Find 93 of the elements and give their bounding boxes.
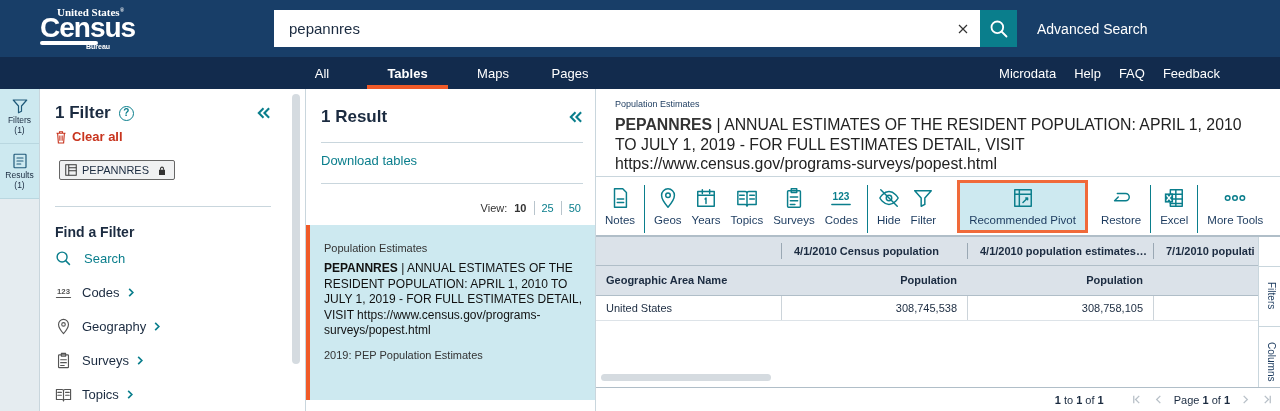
toolbar-button[interactable]: Years <box>686 179 726 233</box>
rail-button[interactable]: Filters (1) <box>0 89 39 144</box>
page-indicator: Page 1 of 1 <box>1173 393 1230 406</box>
advanced-search-link[interactable]: Advanced Search <box>1037 20 1148 37</box>
filter-category[interactable]: Geography <box>55 318 271 335</box>
side-panel-tab[interactable]: Columns <box>1259 326 1280 387</box>
nav-tab[interactable]: Maps <box>461 57 525 89</box>
close-icon <box>958 24 968 34</box>
hidden-eye-icon <box>877 186 900 209</box>
more-dots-icon <box>1224 193 1247 202</box>
table-cell-text: United States <box>605 300 674 316</box>
book-icon <box>55 386 72 403</box>
filter-category[interactable]: Topics <box>55 386 271 403</box>
page-size-option[interactable]: 50 <box>568 202 581 214</box>
trash-icon <box>55 129 67 144</box>
table-cell: 308,745,538 <box>781 295 967 320</box>
chevron-icon <box>126 287 135 298</box>
rail-count: (1) <box>14 125 25 135</box>
column-group-header: 7/1/2010 populati <box>1153 242 1258 259</box>
table-title: PEPANNRES | ANNUAL ESTIMATES OF THE RESIDENT POPULATION: APRIL 1, 2010 TO JULY 1, 2019 - FOR FULL ESTIMATES DETAIL, VISIT https://www.census.gov/programs-surveys/popest.html <box>614 115 1243 174</box>
toolbar-button[interactable]: 123 Codes <box>819 179 863 233</box>
column-header: Geographic Area Name <box>605 273 729 288</box>
panel-title: 1 Result <box>321 107 388 127</box>
toolbar-button[interactable]: Hide <box>871 179 906 233</box>
nav-tab[interactable]: Tables <box>367 57 448 89</box>
rail-count: (1) <box>14 180 25 190</box>
column-group-header: 4/1/2010 Census population <box>781 242 967 259</box>
rail-label: Filters <box>7 115 32 125</box>
pivot-table-icon <box>1011 186 1034 209</box>
toolbar-button[interactable]: Geos <box>649 179 687 233</box>
page-size-option[interactable]: 25 <box>541 202 554 214</box>
result-vintage: 2019: PEP Population Estimates <box>324 348 484 361</box>
search-icon <box>55 250 72 267</box>
table-icon <box>65 164 77 176</box>
row-count: 1 to 1 of 1 <box>1054 393 1104 406</box>
chevron-icon <box>153 321 162 332</box>
download-tables-link[interactable]: Download tables <box>306 143 595 168</box>
column-group-header: 4/1/2010 population estimates… <box>967 242 1153 259</box>
filter-category[interactable]: Surveys <box>55 352 271 369</box>
column-header: Population <box>1085 273 1144 288</box>
first-page-icon <box>1131 394 1143 405</box>
calendar-icon <box>695 186 718 209</box>
rail-button[interactable]: Results (1) <box>0 144 39 199</box>
search-link[interactable]: Search <box>55 250 271 267</box>
list-icon <box>10 152 29 170</box>
toolbar-button[interactable]: Notes <box>600 179 641 233</box>
toolbar-button[interactable]: More Tools <box>1202 179 1269 233</box>
collapse-icon <box>256 107 271 119</box>
toolbar-button[interactable]: Topics <box>725 179 769 233</box>
toolbar-button[interactable]: Excel <box>1155 179 1194 233</box>
collapse-icon <box>568 111 583 123</box>
chevron-icon <box>135 355 144 366</box>
logo-underline <box>40 41 98 45</box>
filter-icon <box>10 97 29 115</box>
chip-label: PEPANNRES <box>82 164 150 176</box>
page-size-option[interactable]: 10 <box>514 202 527 214</box>
toolbar-button[interactable]: Filter <box>905 179 942 233</box>
result-title: PEPANNRES | ANNUAL ESTIMATES OF THE RESIDENT POPULATION: APRIL 1, 2010 TO JULY 1, 2019 - FOR FULL ESTIMATES DETAIL, VISIT https://www.census.gov/programs-surveys/popest.html <box>324 261 583 339</box>
nav-tab[interactable]: Pages <box>538 57 602 89</box>
chevron-icon <box>125 389 134 400</box>
filter-chip[interactable]: PEPANNRES <box>59 160 176 180</box>
result-card[interactable] <box>306 225 595 400</box>
scrollbar-thumb[interactable] <box>292 94 300 364</box>
table-category: Population Estimates <box>614 98 701 109</box>
section-title: Find a Filter <box>55 224 136 240</box>
side-panel-tab[interactable]: Filters <box>1259 265 1280 327</box>
logo-text: Census <box>40 16 136 40</box>
toolbar-button[interactable]: Surveys <box>768 179 820 233</box>
filter-category[interactable]: 123 Codes <box>55 284 271 301</box>
clipboard-icon <box>55 352 72 369</box>
nav-link[interactable]: Help <box>1074 65 1101 81</box>
location-pin-icon <box>55 318 72 335</box>
toolbar-button[interactable]: Recommended Pivot <box>957 179 1088 233</box>
toolbar-button[interactable]: Restore <box>1095 179 1147 233</box>
rail-label: Results <box>5 170 34 180</box>
search-icon <box>988 18 1009 39</box>
nav-link[interactable]: FAQ <box>1118 65 1145 81</box>
nav-link[interactable]: Microdata <box>999 65 1057 81</box>
view-label: View: <box>480 202 508 214</box>
column-header: Population <box>899 273 958 288</box>
clear-search-button[interactable] <box>956 22 970 36</box>
nav-link[interactable]: Feedback <box>1162 65 1220 81</box>
table-cell: 308,758,105 <box>967 295 1153 320</box>
result-category: Population Estimates <box>324 242 429 254</box>
last-page-icon <box>1261 394 1273 405</box>
spreadsheet-icon <box>1163 186 1186 209</box>
search-field[interactable]: pepannres <box>274 10 980 47</box>
panel-title: 1 Filter <box>55 103 111 123</box>
clear-all-link[interactable]: Clear all <box>55 129 271 144</box>
logo-text: United States <box>57 7 120 18</box>
nav-tab[interactable]: All <box>290 57 354 89</box>
search-button[interactable] <box>980 10 1017 47</box>
horizontal-scrollbar[interactable] <box>601 374 771 381</box>
